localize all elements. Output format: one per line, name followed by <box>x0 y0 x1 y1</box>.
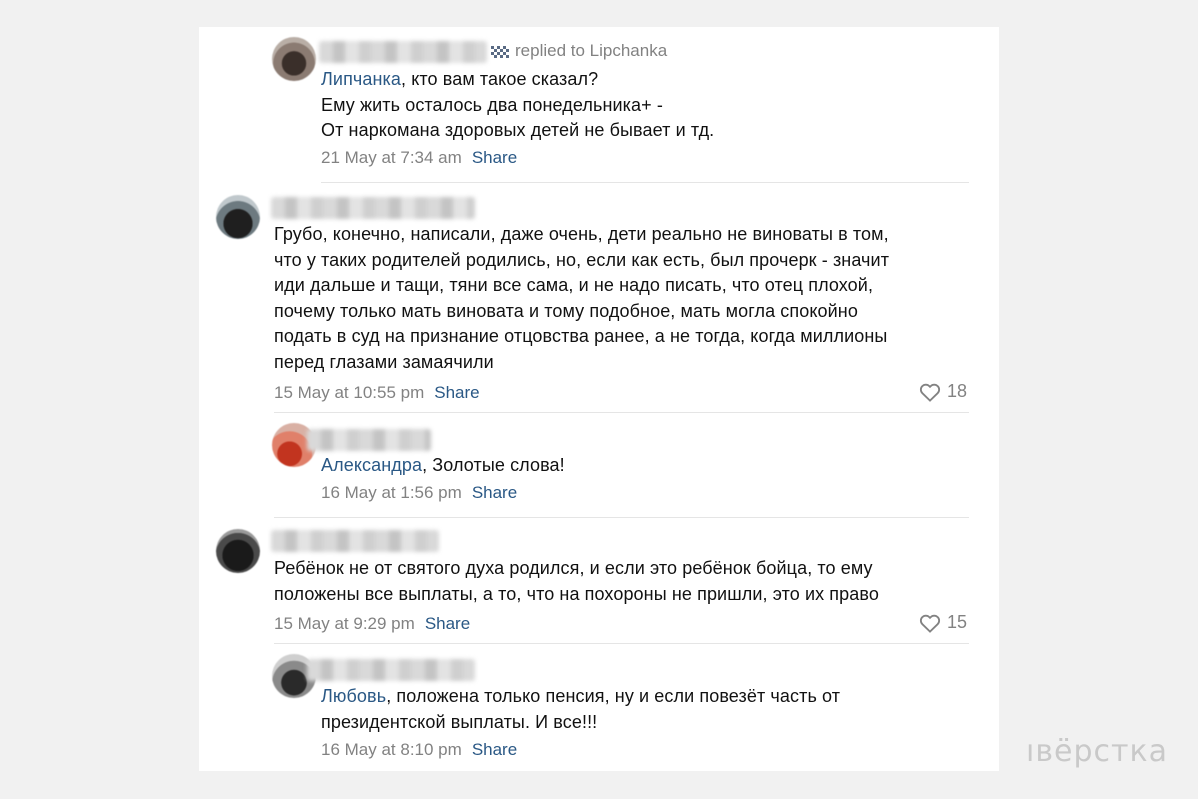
divider <box>321 182 969 183</box>
comment-text: Ребёнок не от святого духа родился, и ес… <box>274 558 879 604</box>
divider <box>274 412 969 413</box>
author-name[interactable] <box>271 530 439 552</box>
share-link[interactable]: Share <box>425 614 470 633</box>
share-link[interactable]: Share <box>472 483 517 502</box>
comment-date[interactable]: 16 May at 1:56 pm <box>321 483 462 502</box>
avatar[interactable] <box>216 529 260 573</box>
replied-to: replied to Lipchanka <box>491 41 667 61</box>
author-name[interactable] <box>307 429 431 451</box>
replied-to-label[interactable]: replied to Lipchanka <box>515 41 667 60</box>
comment-date[interactable]: 21 May at 7:34 am <box>321 148 462 167</box>
author-name[interactable] <box>271 197 475 219</box>
watermark-logo: ıвёрстка <box>1026 734 1168 769</box>
comment-meta: 16 May at 1:56 pm Share <box>321 483 517 503</box>
comment-text: Александра, Золотые слова! <box>321 455 565 475</box>
divider <box>274 517 969 518</box>
comment-text: Грубо, конечно, написали, даже очень, де… <box>274 224 890 372</box>
comment-meta: 21 May at 7:34 am Share <box>321 148 517 168</box>
checkered-flag-icon <box>491 45 509 58</box>
heart-icon <box>919 383 941 402</box>
comment-date[interactable]: 16 May at 8:10 pm <box>321 740 462 759</box>
author-name[interactable] <box>319 41 487 63</box>
like-count: 15 <box>947 612 968 632</box>
author-name[interactable] <box>307 659 475 681</box>
like-count: 18 <box>947 381 968 401</box>
comment-meta: 15 May at 10:55 pm Share <box>274 383 480 403</box>
share-link[interactable]: Share <box>434 383 479 402</box>
heart-icon <box>919 614 941 633</box>
comment-meta: 16 May at 8:10 pm Share <box>321 740 517 760</box>
share-link[interactable]: Share <box>472 148 517 167</box>
comment-text: Липчанка, кто вам такое сказал? Ему жить… <box>321 69 715 141</box>
avatar[interactable] <box>272 37 316 81</box>
mention-link[interactable]: Любовь <box>321 686 386 706</box>
share-link[interactable]: Share <box>472 740 517 759</box>
comment-meta: 15 May at 9:29 pm Share <box>274 614 470 634</box>
like-button[interactable]: 18 <box>919 381 967 402</box>
comment-text: Любовь, положена только пенсия, ну и есл… <box>321 686 841 732</box>
like-button[interactable]: 15 <box>919 612 967 633</box>
comments-card: replied to Lipchanka Липчанка, кто вам т… <box>199 27 999 771</box>
avatar[interactable] <box>216 195 260 239</box>
comment-date[interactable]: 15 May at 9:29 pm <box>274 614 415 633</box>
comment-date[interactable]: 15 May at 10:55 pm <box>274 383 424 402</box>
divider <box>274 643 969 644</box>
mention-link[interactable]: Липчанка <box>321 69 401 89</box>
mention-link[interactable]: Александра <box>321 455 422 475</box>
